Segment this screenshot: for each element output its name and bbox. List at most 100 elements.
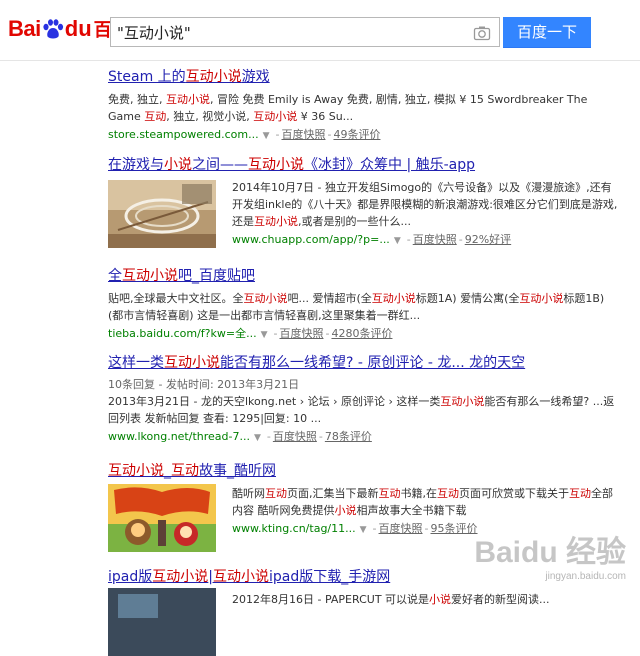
result-desc: 免费, 独立, 互动小说, 冒险 免费 Emily is Away 免费, 剧情… [108,91,618,125]
highlight-keyword: 互动小说 [108,463,164,479]
separator: - [318,430,323,443]
result-url-line: www.lkong.net/thread-7... ▼ - 百度快照 -78条评价 [108,428,618,444]
result-item: 在游戏与小说之间—— 互动小说 《冰封》众筹中 | 触乐-app 2014年10月7… [108,154,618,248]
result-url-line: store.steampowered.com... ▼ - 百度快照 -49条评价 [108,126,618,142]
watermark-site: jingyan.baidu.com [545,571,626,582]
search-query: "互动小说" [117,24,191,42]
highlight-keyword: 小说 [164,157,192,173]
result-url[interactable]: www.chuapp.com/app/?p=... [232,233,390,246]
highlight-keyword: 互动小说 [253,110,298,123]
text-segment: 2013年3月21日 - 龙的天空lkong.net › 论坛 › 原创评论 ›… [108,395,441,408]
highlight-keyword: 小说 [334,504,357,517]
camera-icon[interactable] [473,24,491,42]
text-segment: ipad版下载_手游网 [268,569,391,585]
result-url-line: www.chuapp.com/app/?p=... ▼ - 百度快照 -92%好评 [232,231,618,247]
separator: - [406,233,411,246]
snapshot-link[interactable]: 百度快照 [413,233,457,246]
highlight-keyword: 互动 [265,487,287,500]
result-title[interactable]: 全互动小说吧_百度贴吧 [108,265,618,285]
text-segment: 页面,汇集当下最新 [287,487,379,500]
highlight-keyword: 互动小说 [254,215,298,228]
rating-link[interactable]: 4280条评价 [331,327,392,340]
result-meta: 10条回复 - 发帖时间: 2013年3月21日 [108,378,300,391]
rating-link[interactable]: 49条评价 [333,128,380,141]
result-item: 互动小说_互动故事_酷听网 酷听网互动页面,汇集当下最新互动书籍,在互动页面可欣… [108,460,618,552]
result-title[interactable]: 互动小说_互动故事_酷听网 [108,460,618,480]
highlight-keyword: 互动 [569,487,591,500]
dropdown-arrow-icon[interactable]: ▼ [360,525,367,535]
highlight-keyword: 互动小说 [164,355,220,371]
dropdown-arrow-icon[interactable]: ▼ [263,131,270,141]
separator: - [327,128,332,141]
highlight-keyword: 互动小说 [122,268,178,284]
text-segment: 酷听网 [232,487,265,500]
highlight-keyword: 互动 [378,487,401,500]
text-segment: , 独立, 视觉小说, [166,110,254,123]
text-segment: 游戏 [241,69,270,85]
result-thumbnail[interactable] [108,588,216,656]
search-input[interactable]: "互动小说" [110,17,500,47]
text-segment: _ [164,463,171,479]
text-segment: 相声故事大全书籍下载 [356,504,467,517]
result-thumbnail[interactable] [108,180,216,248]
result-desc: 2014年10月7日 - 独立开发组Simogo的《六号设备》以及《漫漫旅途》,… [232,179,618,230]
text-segment: 在游戏与 [108,157,164,173]
separator: - [424,522,429,535]
text-segment: 免费, 独立, [108,93,166,106]
text-segment: 全 [108,268,122,284]
rating-link[interactable]: 78条评价 [325,430,372,443]
highlight-keyword: 互动小说 [152,569,209,585]
highlight-keyword: 互动小说 [212,569,269,585]
result-url[interactable]: www.lkong.net/thread-7... [108,430,250,443]
text-segment: ,或者是别的一些什么... [298,215,411,228]
highlight-keyword: 互动 [144,110,167,123]
text-segment: 之间—— [192,157,248,173]
highlight-keyword: 互动小说 [519,292,564,305]
rating-link[interactable]: 92%好评 [465,233,511,246]
text-segment: 页面可欣赏或下载关于 [459,487,569,500]
result-url[interactable]: www.kting.cn/tag/11... [232,522,356,535]
text-segment: 故事_酷听网 [199,463,276,479]
text-segment: 吧... 爱情超市(全 [287,292,372,305]
text-segment: ipad版 [108,569,153,585]
result-title[interactable]: 在游戏与小说之间——互动小说《冰封》众筹中 | 触乐-app [108,154,618,174]
rating-link[interactable]: 95条评价 [431,522,478,535]
dropdown-arrow-icon[interactable]: ▼ [254,433,261,443]
separator: - [458,233,463,246]
watermark-brand: Baidu 经验 [474,536,626,569]
result-desc: 2013年3月21日 - 龙的天空lkong.net › 论坛 › 原创评论 ›… [108,393,618,427]
snapshot-link[interactable]: 百度快照 [281,128,325,141]
highlight-keyword: 互动小说 [166,93,210,106]
text-segment: 标题1A) 爱情公寓(全 [415,292,520,305]
separator: - [275,128,280,141]
header: Bai du 百度 "互动小说" 百度一下 [0,0,640,61]
highlight-keyword: 互动小说 [243,292,288,305]
result-url[interactable]: tieba.baidu.com/f?kw=全... [108,327,257,340]
highlight-keyword: 互动小说 [185,69,242,85]
paw-icon [43,19,63,39]
result-item: 全互动小说吧_百度贴吧 贴吧,全球最大中文社区。全互动小说吧... 爱情超市(全… [108,265,618,341]
separator: - [325,327,330,340]
text-segment: 书籍,在 [400,487,438,500]
dropdown-arrow-icon[interactable]: ▼ [261,330,268,340]
result-item: Steam 上的互动小说游戏 免费, 独立, 互动小说, 冒险 免费 Emily… [108,66,618,142]
result-title[interactable]: Steam 上的互动小说游戏 [108,66,618,86]
result-thumbnail[interactable] [108,484,216,552]
text-segment: 《冰封》众筹中 | 触乐-app [304,157,476,173]
snapshot-link[interactable]: 百度快照 [279,327,323,340]
result-url[interactable]: store.steampowered.com... [108,128,259,141]
highlight-keyword: 互动 [437,487,459,500]
result-desc: 贴吧,全球最大中文社区。全互动小说吧... 爱情超市(全互动小说标题1A) 爱情… [108,290,618,324]
text-segment: 能否有那么一线希望? - 原创评论 - 龙... 龙的天空 [220,355,526,371]
highlight-keyword: 互动 [171,463,199,479]
text-segment: 吧_百度贴吧 [178,268,255,284]
separator: - [266,430,271,443]
result-title[interactable]: 这样一类互动小说能否有那么一线希望? - 原创评论 - 龙... 龙的天空 [108,352,618,372]
snapshot-link[interactable]: 百度快照 [379,522,423,535]
snapshot-link[interactable]: 百度快照 [273,430,317,443]
search-button[interactable]: 百度一下 [503,17,591,48]
dropdown-arrow-icon[interactable]: ▼ [394,236,401,246]
separator: - [372,522,377,535]
separator: - [273,327,278,340]
result-desc: 酷听网互动页面,汇集当下最新互动书籍,在互动页面可欣赏或下载关于互动全部内容 酷… [232,485,618,519]
